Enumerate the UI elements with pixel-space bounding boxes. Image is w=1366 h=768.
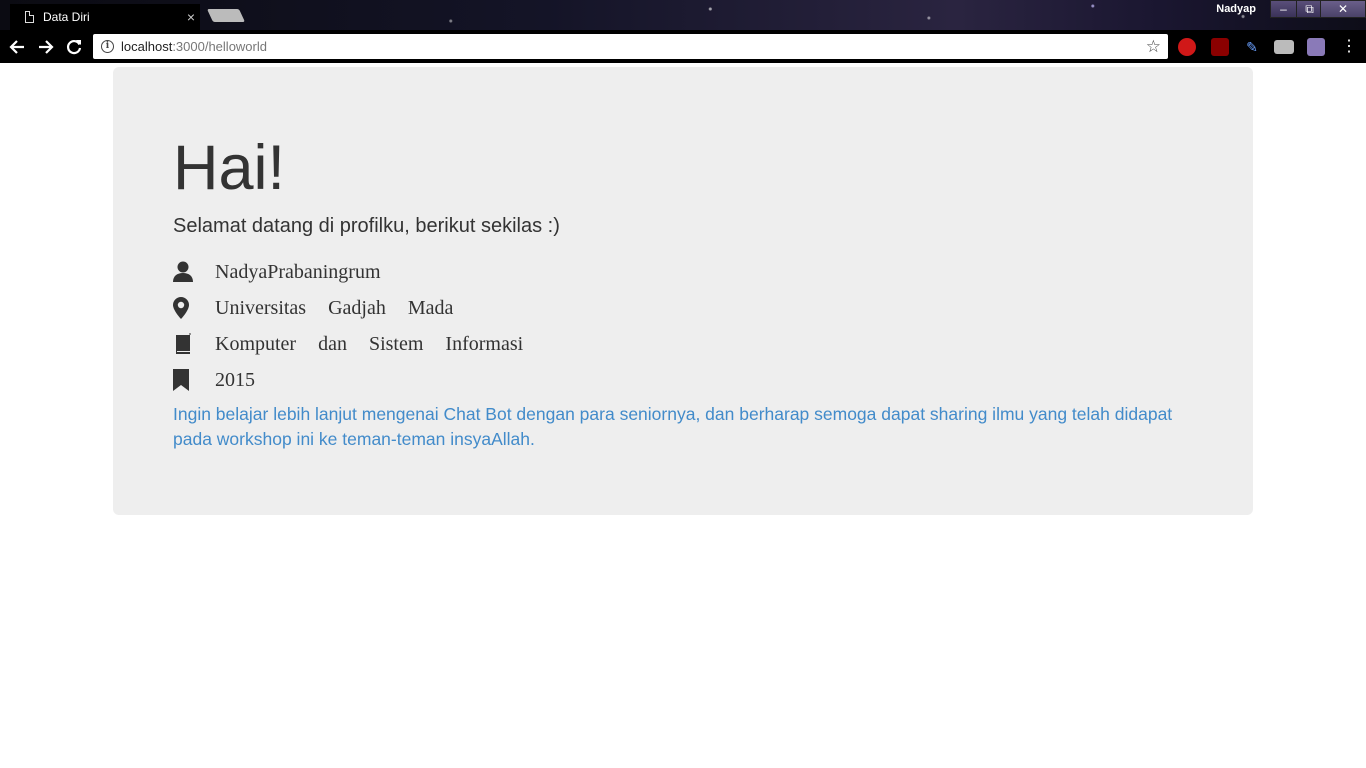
new-tab-button[interactable] — [206, 9, 246, 22]
back-arrow-icon[interactable] — [6, 36, 28, 58]
info-major: Komputer dan Sistem Informasi — [215, 332, 524, 355]
info-row-name: NadyaPrabaningrum — [173, 254, 1193, 290]
info-university: Universitas Gadjah Mada — [215, 296, 454, 319]
info-name: NadyaPrabaningrum — [215, 260, 381, 283]
bookmark-icon — [173, 369, 215, 391]
pen-extension-icon[interactable]: ✎ — [1243, 38, 1261, 56]
info-year: 2015 — [215, 368, 255, 391]
tab-close-icon[interactable]: × — [182, 9, 200, 25]
more-menu-icon[interactable]: ⋮ — [1340, 38, 1358, 56]
browser-titlebar: Data Diri × Nadyap – ⧉ ✕ — [0, 0, 1366, 30]
map-marker-icon — [173, 297, 215, 319]
forward-arrow-icon[interactable] — [35, 36, 57, 58]
address-bar[interactable]: i localhost:3000/helloworld ☆ — [93, 34, 1168, 59]
page-subtitle: Selamat datang di profilku, berikut seki… — [173, 215, 560, 237]
url-path: :3000/helloworld — [172, 39, 267, 54]
info-row-university: Universitas Gadjah Mada — [173, 290, 1193, 326]
profile-jumbotron: Hai! Selamat datang di profilku, berikut… — [113, 67, 1253, 515]
url-host: localhost — [121, 39, 173, 54]
page-heading: Hai! — [173, 133, 286, 203]
info-row-major: Komputer dan Sistem Informasi — [173, 326, 1193, 362]
pdf-extension-icon[interactable] — [1211, 38, 1229, 56]
document-icon — [25, 11, 34, 23]
minimize-button[interactable]: – — [1270, 0, 1297, 18]
opera-extension-icon[interactable] — [1178, 38, 1196, 56]
profile-name[interactable]: Nadyap — [1216, 3, 1256, 15]
save-extension-icon[interactable] — [1307, 38, 1325, 56]
profile-description: Ingin belajar lebih lanjut mengenai Chat… — [173, 404, 1173, 449]
profile-info-list: NadyaPrabaningrum Universitas Gadjah Mad… — [173, 254, 1193, 398]
window-close-button[interactable]: ✕ — [1320, 0, 1366, 18]
reload-icon[interactable] — [63, 36, 85, 58]
book-icon — [173, 333, 215, 355]
restore-button[interactable]: ⧉ — [1296, 0, 1323, 18]
browser-toolbar: i localhost:3000/helloworld ☆ ✎ ⋮ — [0, 30, 1366, 63]
bookmark-star-icon[interactable]: ☆ — [1146, 37, 1161, 57]
tab-title: Data Diri — [43, 10, 90, 24]
info-icon[interactable]: i — [101, 40, 114, 53]
user-icon — [173, 261, 215, 283]
camera-extension-icon[interactable] — [1274, 40, 1294, 54]
info-row-year: 2015 — [173, 362, 1193, 398]
browser-tab-data-diri[interactable]: Data Diri × — [10, 4, 200, 30]
